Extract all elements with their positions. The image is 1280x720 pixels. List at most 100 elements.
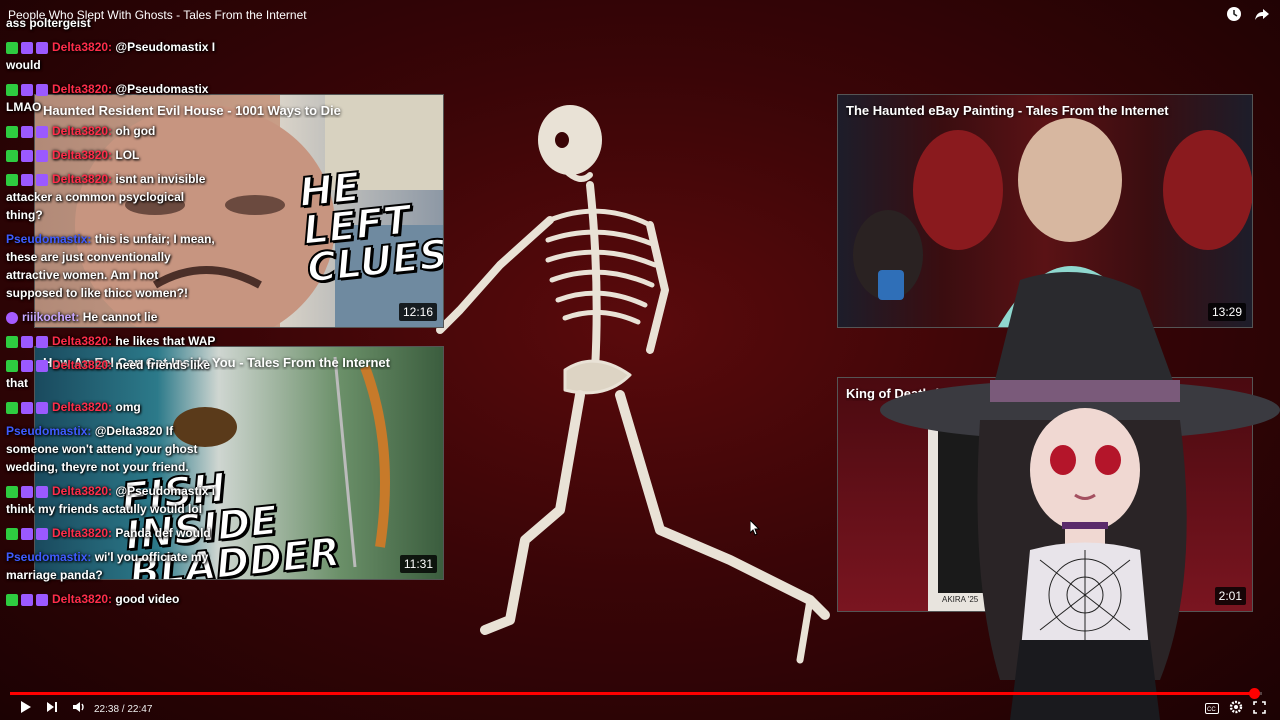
sub-badge-icon <box>21 359 33 372</box>
chat-overlay: ass poltergeist Delta3820: @Pseudomastix … <box>6 14 216 614</box>
chat-username: Delta3820: <box>52 484 113 498</box>
bits-badge-icon <box>36 485 48 498</box>
chat-badges <box>6 401 48 414</box>
share-icon[interactable] <box>1254 6 1270 22</box>
chat-message: Delta3820: he likes that WAP <box>6 332 216 350</box>
time-display: 22:38 / 22:47 <box>94 703 153 715</box>
check-badge-icon <box>6 401 18 414</box>
sub-badge-icon <box>21 485 33 498</box>
chat-message: Pseudomastix: this is unfair; I mean, th… <box>6 230 216 302</box>
chat-badges <box>6 173 48 186</box>
star-badge-icon <box>6 311 18 324</box>
cc-icon[interactable]: CC <box>1205 701 1219 719</box>
sub-badge-icon <box>21 149 33 162</box>
chat-text: good video <box>115 592 180 606</box>
progress-bar[interactable] <box>10 688 1262 699</box>
skeleton-figure <box>436 105 830 664</box>
next-icon[interactable] <box>46 700 58 718</box>
bits-badge-icon <box>36 359 48 372</box>
chat-message: Delta3820: oh god <box>6 122 216 140</box>
sub-badge-icon <box>21 83 33 96</box>
chat-message: Delta3820: omg <box>6 398 216 416</box>
bits-badge-icon <box>36 401 48 414</box>
bits-badge-icon <box>36 83 48 96</box>
top-right-controls <box>1226 6 1270 22</box>
chat-badges <box>6 593 48 606</box>
chat-username: Delta3820: <box>52 358 113 372</box>
chat-message: Delta3820: @Pseudomastix I would <box>6 38 216 74</box>
chat-text: Panda def would <box>115 526 211 540</box>
play-icon[interactable] <box>20 700 32 719</box>
check-badge-icon <box>6 485 18 498</box>
check-badge-icon <box>6 173 18 186</box>
check-badge-icon <box>6 41 18 54</box>
bits-badge-icon <box>36 593 48 606</box>
check-badge-icon <box>6 359 18 372</box>
chat-badges <box>6 335 48 348</box>
chat-username: Delta3820: <box>52 124 113 138</box>
chat-text: He cannot lie <box>82 310 158 324</box>
chat-username: Pseudomastix: <box>6 550 92 564</box>
chat-username: Delta3820: <box>52 400 113 414</box>
chat-username: Delta3820: <box>52 334 113 348</box>
chat-message: Delta3820: good video <box>6 590 216 608</box>
sub-badge-icon <box>21 335 33 348</box>
chat-message: Pseudomastix: wi'l you officiate my marr… <box>6 548 216 584</box>
chat-message: riiikochet: He cannot lie <box>6 308 216 326</box>
sub-badge-icon <box>21 125 33 138</box>
svg-text:CC: CC <box>1207 707 1216 713</box>
fullscreen-icon[interactable] <box>1253 700 1266 719</box>
chat-username: Delta3820: <box>52 40 113 54</box>
check-badge-icon <box>6 149 18 162</box>
chat-username: Delta3820: <box>52 592 113 606</box>
chat-message: Delta3820: need friends like that <box>6 356 216 392</box>
chat-message: Pseudomastix: @Delta3820 If someone won'… <box>6 422 216 476</box>
bits-badge-icon <box>36 173 48 186</box>
vtuber-avatar <box>880 272 1280 720</box>
chat-badges <box>6 359 48 372</box>
chat-badges <box>6 485 48 498</box>
chat-message: Delta3820: @Pseudomastix LMAO <box>6 80 216 116</box>
chat-username: Delta3820: <box>52 526 113 540</box>
chat-username: riiikochet: <box>22 310 80 324</box>
clock-icon[interactable] <box>1226 6 1242 22</box>
bits-badge-icon <box>36 527 48 540</box>
check-badge-icon <box>6 125 18 138</box>
bits-badge-icon <box>36 335 48 348</box>
chat-text: ass poltergeist <box>6 16 91 30</box>
chat-message: Delta3820: LOL <box>6 146 216 164</box>
chat-message: Delta3820: Panda def would <box>6 524 216 542</box>
sub-badge-icon <box>21 41 33 54</box>
chat-badges <box>6 527 48 540</box>
chat-badges <box>6 149 48 162</box>
chat-username: Pseudomastix: <box>6 232 92 246</box>
card-3-title[interactable]: The Haunted eBay Painting - Tales From t… <box>846 103 1244 118</box>
chat-message: Delta3820: isnt an invisible attacker a … <box>6 170 216 224</box>
player-right-controls: CC <box>1205 700 1266 719</box>
settings-icon[interactable] <box>1229 700 1243 719</box>
player-controls: 22:38 / 22:47 <box>0 698 1280 720</box>
chat-username: Delta3820: <box>52 172 113 186</box>
sub-badge-icon <box>21 173 33 186</box>
mouse-cursor-icon <box>750 520 760 536</box>
bits-badge-icon <box>36 41 48 54</box>
progress-fill <box>10 692 1254 695</box>
chat-text: LOL <box>115 148 140 162</box>
chat-message: Delta3820: @Pseudomastix i think my frie… <box>6 482 216 518</box>
sub-badge-icon <box>21 593 33 606</box>
chat-text: oh god <box>115 124 156 138</box>
chat-text: he likes that WAP <box>115 334 216 348</box>
check-badge-icon <box>6 593 18 606</box>
chat-badges <box>6 125 48 138</box>
bits-badge-icon <box>36 149 48 162</box>
bits-badge-icon <box>36 125 48 138</box>
chat-badges <box>6 83 48 96</box>
check-badge-icon <box>6 83 18 96</box>
sub-badge-icon <box>21 527 33 540</box>
chat-text: omg <box>115 400 141 414</box>
chat-badges <box>6 311 18 324</box>
volume-icon[interactable] <box>72 700 86 718</box>
card-1-duration: 12:16 <box>398 303 437 321</box>
card-2-duration: 11:31 <box>399 555 437 573</box>
check-badge-icon <box>6 527 18 540</box>
